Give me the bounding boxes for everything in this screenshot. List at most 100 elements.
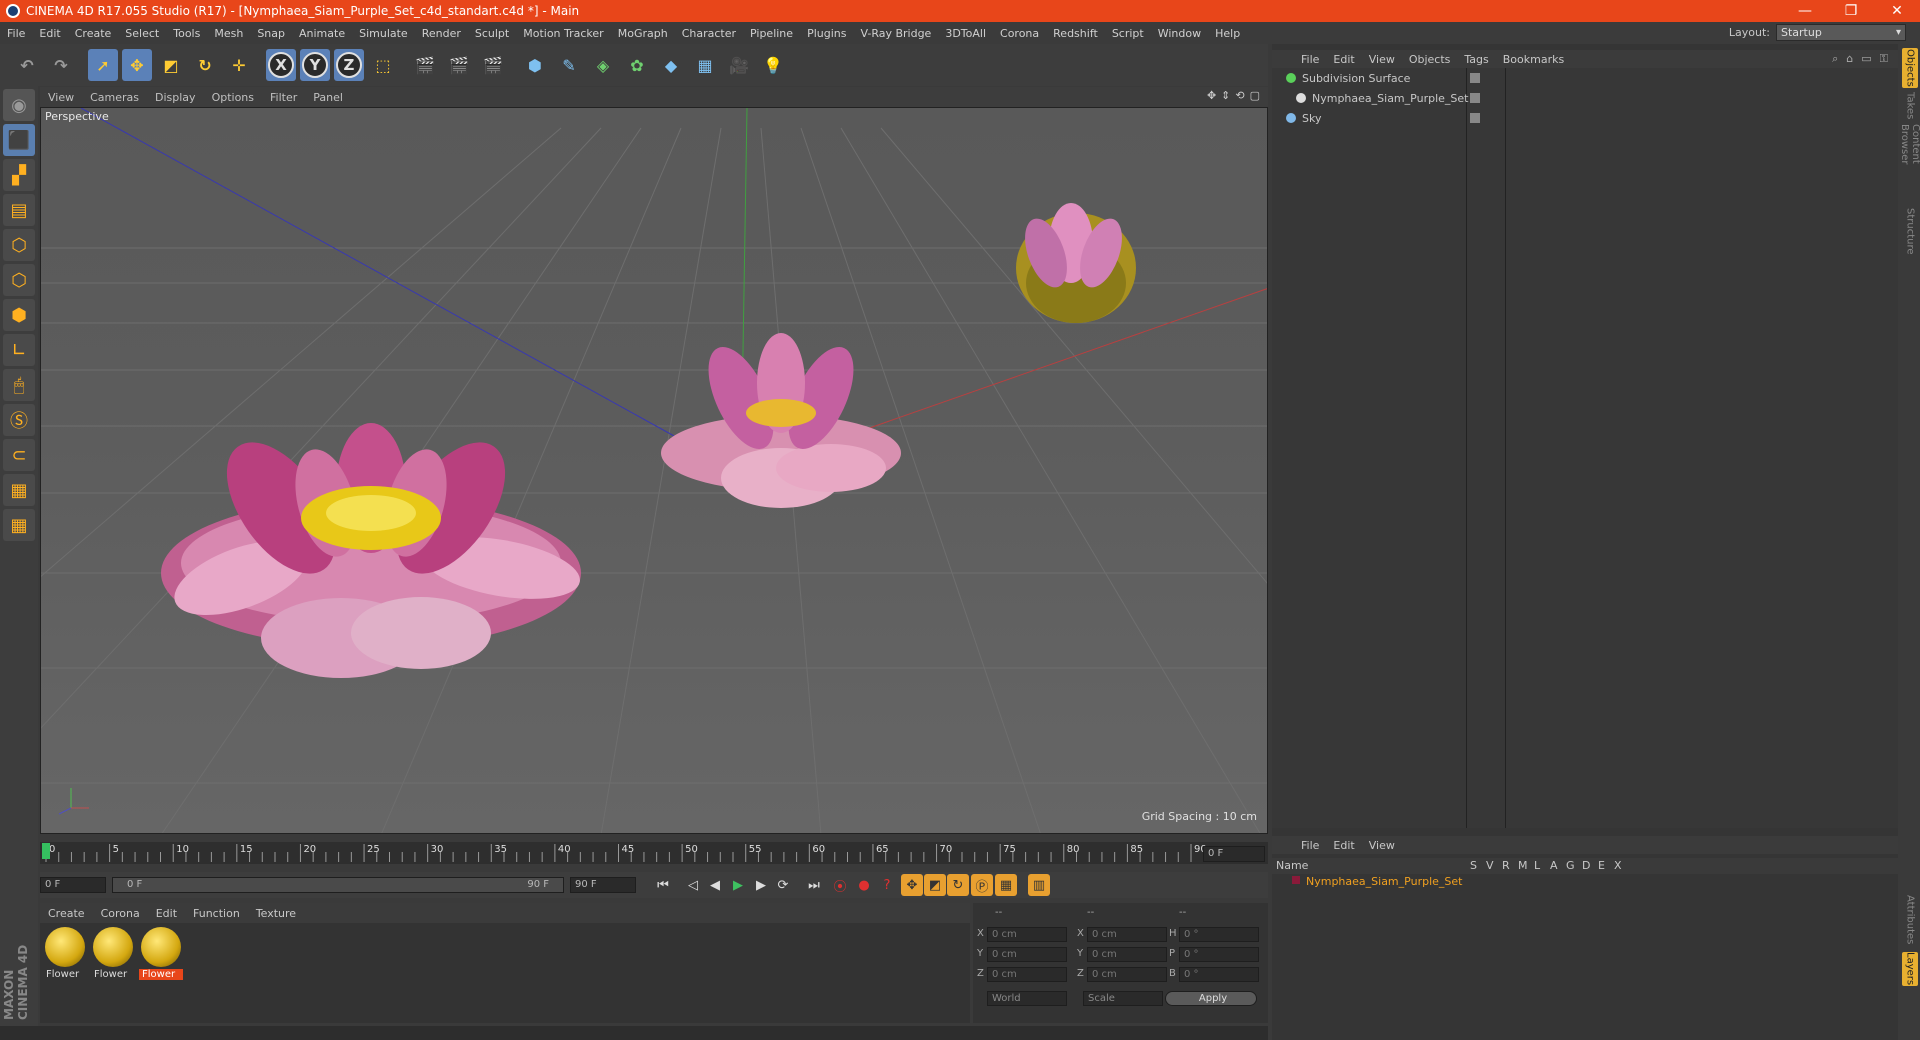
material-menu-edit[interactable]: Edit	[148, 907, 185, 920]
workplane-mode-icon[interactable]: ▤	[3, 194, 35, 226]
menu-help[interactable]: Help	[1208, 27, 1247, 40]
move-key-icon[interactable]: ✥	[901, 874, 923, 896]
layer-menu-file[interactable]: File	[1294, 839, 1326, 852]
menu-snap[interactable]: Snap	[250, 27, 292, 40]
param-key-icon[interactable]: Ⓟ	[971, 874, 993, 896]
play-backwards-icon[interactable]: ◁	[682, 874, 704, 896]
coords-value-field[interactable]: 0 cm	[987, 967, 1067, 982]
layer-menu-edit[interactable]: Edit	[1326, 839, 1361, 852]
playhead[interactable]	[42, 843, 50, 859]
menu-create[interactable]: Create	[68, 27, 119, 40]
polygons-mode-icon[interactable]: ⬢	[3, 299, 35, 331]
minimize-button[interactable]: —	[1782, 0, 1828, 22]
scale-tool-icon[interactable]: ◩	[156, 49, 186, 81]
loop-icon[interactable]: ⟳	[772, 874, 794, 896]
menu-window[interactable]: Window	[1151, 27, 1208, 40]
viewport-menu-options[interactable]: Options	[204, 91, 262, 104]
planar-workplane-icon[interactable]: ▦	[3, 509, 35, 541]
select-tool-icon[interactable]: ➚	[88, 49, 118, 81]
home-icon[interactable]: ⌂	[1846, 52, 1853, 66]
coords-value-field[interactable]: 0 cm	[987, 927, 1067, 942]
floor-icon[interactable]: ▦	[690, 49, 720, 81]
menu-mograph[interactable]: MoGraph	[611, 27, 675, 40]
model-mode-icon[interactable]: ⬛	[3, 124, 35, 156]
material-menu-texture[interactable]: Texture	[248, 907, 304, 920]
object-row[interactable]: Sky	[1272, 108, 1898, 128]
lock-icon[interactable]: ⚿	[1880, 52, 1888, 66]
menu-mesh[interactable]: Mesh	[207, 27, 250, 40]
timeline-end-field[interactable]: 0 F	[1203, 846, 1265, 862]
material-swatch[interactable]: Flower	[91, 925, 135, 983]
y-axis-lock-button[interactable]: Y	[300, 49, 330, 81]
render-picture-viewer-icon[interactable]: 🎬	[444, 49, 474, 81]
material-swatch[interactable]: Flower	[43, 925, 87, 983]
frame-range-slider[interactable]: 0 F 90 F	[112, 877, 564, 893]
side-tab-structure[interactable]: Structure	[1902, 206, 1918, 256]
menu-sculpt[interactable]: Sculpt	[468, 27, 516, 40]
viewport-menu-cameras[interactable]: Cameras	[82, 91, 147, 104]
light-icon[interactable]: 💡	[758, 49, 788, 81]
coords-value-field[interactable]: 0 °	[1179, 927, 1259, 942]
record-keys-icon[interactable]: ⦿	[829, 874, 851, 896]
go-to-start-icon[interactable]: ⏮	[652, 874, 674, 896]
apply-button[interactable]: Apply	[1165, 991, 1257, 1006]
material-menu-create[interactable]: Create	[40, 907, 93, 920]
object-menu-edit[interactable]: Edit	[1326, 53, 1361, 66]
perspective-viewport[interactable]: Perspective Grid Spacing : 10 cm	[40, 107, 1268, 834]
coordinate-system-icon[interactable]: ⬚	[368, 49, 398, 81]
move-tool-icon[interactable]: ✥	[122, 49, 152, 81]
orbit-icon[interactable]: ⟲	[1235, 89, 1244, 102]
max-frame-field[interactable]: 90 F	[570, 877, 636, 893]
material-menu-corona[interactable]: Corona	[93, 907, 148, 920]
restore-button[interactable]: ❐	[1828, 0, 1874, 22]
side-tab-takes[interactable]: Takes	[1902, 92, 1918, 120]
z-axis-lock-button[interactable]: Z	[334, 49, 364, 81]
object-row[interactable]: Nymphaea_Siam_Purple_Set	[1272, 88, 1898, 108]
viewport-menu-view[interactable]: View	[40, 91, 82, 104]
undo-icon[interactable]: ↶	[12, 49, 42, 81]
step-forward-icon[interactable]: ▶	[750, 874, 772, 896]
texture-mode-icon[interactable]: ▞	[3, 159, 35, 191]
layer-row[interactable]: Nymphaea_Siam_Purple_Set	[1272, 874, 1898, 892]
menu-3dtoall[interactable]: 3DToAll	[938, 27, 993, 40]
menu-render[interactable]: Render	[415, 27, 468, 40]
menu-tools[interactable]: Tools	[166, 27, 207, 40]
rotate-key-icon[interactable]: ↻	[947, 874, 969, 896]
dolly-icon[interactable]: ⇕	[1221, 89, 1230, 102]
object-menu-view[interactable]: View	[1362, 53, 1402, 66]
points-mode-icon[interactable]: ⬡	[3, 229, 35, 261]
viewport-menu-display[interactable]: Display	[147, 91, 204, 104]
step-back-icon[interactable]: ◀	[704, 874, 726, 896]
play-icon[interactable]: ▶	[727, 874, 749, 896]
new-view-icon[interactable]: ▭	[1861, 52, 1871, 66]
axis-mode-icon[interactable]: ∟	[3, 334, 35, 366]
current-frame-field[interactable]: 0 F	[40, 877, 106, 893]
side-tab-objects[interactable]: Objects	[1902, 48, 1918, 88]
solo-mode-icon[interactable]: Ⓢ	[3, 404, 35, 436]
coords-value-field[interactable]: 0 cm	[1087, 947, 1167, 962]
snap-magnet-icon[interactable]: ⊂	[3, 439, 35, 471]
layer-menu-view[interactable]: View	[1362, 839, 1402, 852]
redo-icon[interactable]: ↷	[46, 49, 76, 81]
menu-simulate[interactable]: Simulate	[352, 27, 415, 40]
deformer-icon[interactable]: ◆	[656, 49, 686, 81]
timeline-icon[interactable]: ▥	[1028, 874, 1050, 896]
object-menu-file[interactable]: File	[1294, 53, 1326, 66]
make-editable-icon[interactable]: ◉	[3, 89, 35, 121]
coords-value-field[interactable]: 0 cm	[987, 947, 1067, 962]
coords-value-field[interactable]: 0 cm	[1087, 967, 1167, 982]
layout-dropdown[interactable]: Startup	[1776, 24, 1906, 41]
visibility-toggle[interactable]	[1470, 93, 1480, 103]
side-tab-layers[interactable]: Layers	[1902, 952, 1918, 986]
menu-v-ray-bridge[interactable]: V-Ray Bridge	[853, 27, 938, 40]
viewport-menu-filter[interactable]: Filter	[262, 91, 305, 104]
keyframe-selection-icon[interactable]: ?	[876, 874, 898, 896]
menu-pipeline[interactable]: Pipeline	[743, 27, 800, 40]
material-swatch[interactable]: Flower	[139, 925, 183, 983]
menu-motion-tracker[interactable]: Motion Tracker	[516, 27, 610, 40]
x-axis-lock-button[interactable]: X	[266, 49, 296, 81]
menu-animate[interactable]: Animate	[292, 27, 352, 40]
render-settings-icon[interactable]: 🎬	[478, 49, 508, 81]
coords-value-field[interactable]: 0 °	[1179, 967, 1259, 982]
array-icon[interactable]: ✿	[622, 49, 652, 81]
